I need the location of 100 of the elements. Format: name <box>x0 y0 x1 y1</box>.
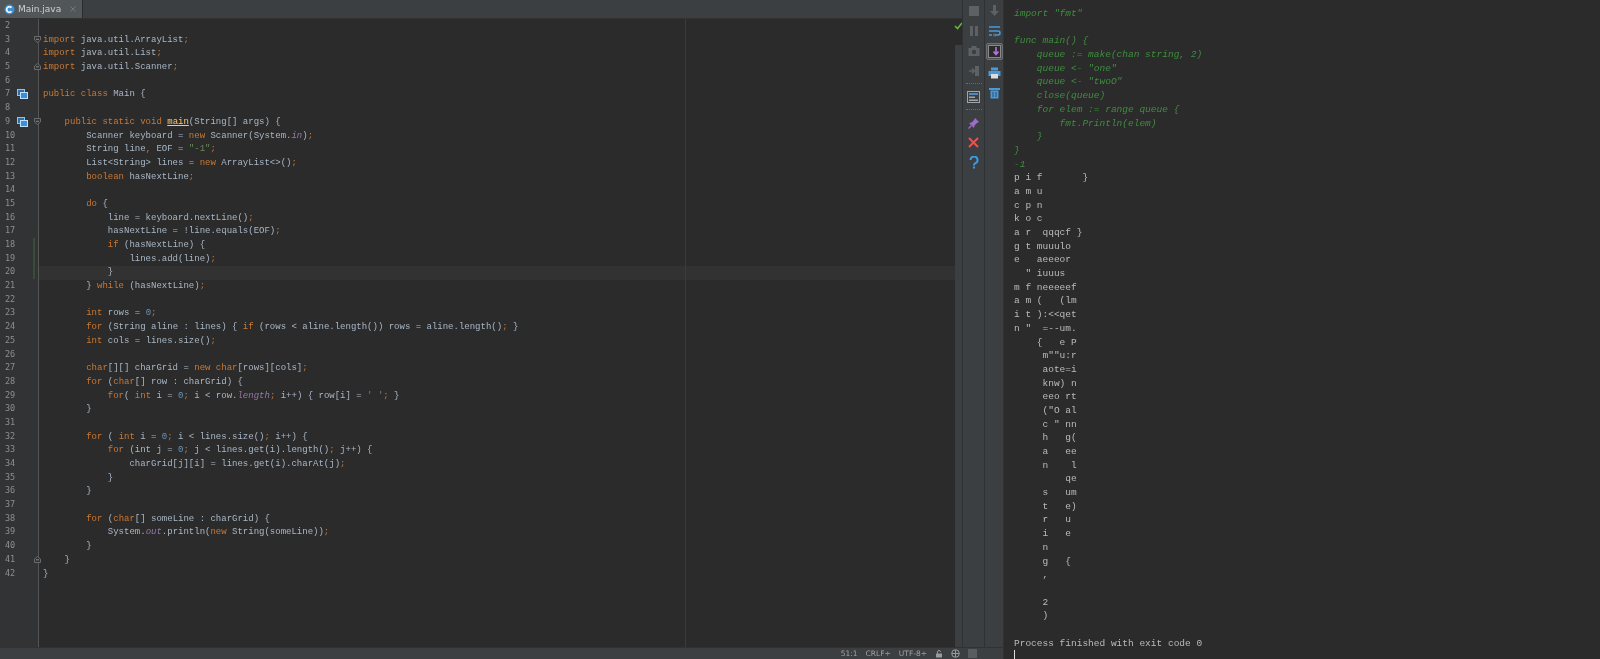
printer-icon[interactable] <box>986 65 1002 80</box>
line-number: 14 <box>5 183 16 197</box>
code-line: for (int j = 0; j < lines.get(i).length(); j++) { <box>106 444 374 458</box>
output-line: h g( <box>1041 432 1077 444</box>
implementation-icon[interactable] <box>17 116 28 127</box>
line-number: 28 <box>5 374 16 388</box>
line-number: 37 <box>5 498 16 512</box>
code-line: do { <box>85 197 109 211</box>
lock-icon[interactable] <box>935 649 943 658</box>
line-number: 6 <box>5 73 11 87</box>
echoed-input-line: queue <- "one" <box>1035 62 1117 74</box>
output-line: p i f } <box>1014 172 1089 184</box>
line-number: 12 <box>5 155 16 169</box>
code-line: String line, EOF = "-1"; <box>85 143 217 157</box>
code-line: } <box>106 471 115 485</box>
output-line: g { <box>1041 555 1071 567</box>
line-number: 4 <box>5 46 11 60</box>
line-number: 38 <box>5 511 16 525</box>
output-line: k o c <box>1014 213 1043 225</box>
echoed-input-line: queue := make(chan string, 2) <box>1035 49 1203 61</box>
output-line: a m u <box>1014 185 1043 197</box>
code-line: int cols = lines.size(); <box>85 334 217 348</box>
line-number: 2 <box>5 19 11 32</box>
code-line: System.out.println(new String(someLine)); <box>106 526 331 540</box>
fold-icon[interactable] <box>34 63 41 71</box>
implementation-icon[interactable] <box>17 89 28 100</box>
output-line: n <box>1041 541 1049 553</box>
output-line: a ee <box>1041 446 1077 457</box>
output-line: n " =--um. <box>1014 322 1077 334</box>
line-number: 30 <box>5 402 16 416</box>
code-line: int rows = 0; <box>85 307 158 321</box>
line-number: 39 <box>5 525 16 539</box>
close-icon[interactable] <box>966 135 981 150</box>
line-number: 25 <box>5 333 16 347</box>
line-number: 36 <box>5 484 16 498</box>
fold-icon[interactable] <box>34 35 41 43</box>
line-number: 7 <box>5 87 11 101</box>
output-line: { e P <box>1035 336 1077 348</box>
close-icon[interactable] <box>70 6 77 12</box>
line-number: 41 <box>5 552 16 566</box>
line-number: 32 <box>5 429 16 443</box>
layout-icon[interactable] <box>966 89 981 104</box>
line-number: 16 <box>5 210 16 224</box>
echoed-input-line: -1 <box>1014 158 1026 170</box>
code-line: for (char[] someLine : charGrid) { <box>85 512 271 526</box>
code-line: boolean hasNextLine; <box>85 170 196 184</box>
line-number: 10 <box>5 128 16 142</box>
line-number: 33 <box>5 443 16 457</box>
line-number: 27 <box>5 361 16 375</box>
output-line: r u <box>1041 514 1071 526</box>
output-line: ("O al <box>1041 404 1077 416</box>
output-line: i e <box>1041 528 1071 540</box>
output-line: eeo rt <box>1041 391 1077 403</box>
output-line: c " nn <box>1041 418 1077 430</box>
inspector-icon[interactable] <box>951 649 960 658</box>
code-line: } <box>85 485 93 499</box>
output-line: n l <box>1041 459 1077 471</box>
editor-tab[interactable]: Main.java <box>0 0 84 18</box>
fold-icon[interactable] <box>34 555 41 563</box>
line-number: 11 <box>5 142 16 156</box>
code-line: List<String> lines = new ArrayList<>(); <box>85 156 298 170</box>
wrap-icon[interactable] <box>986 23 1002 38</box>
output-line: m f neeeeef <box>1014 281 1077 293</box>
output-line: e aeeeor <box>1014 254 1071 266</box>
echoed-input-line: queue <- "twoO" <box>1035 76 1123 88</box>
class-icon <box>4 3 15 15</box>
line-number: 8 <box>5 101 11 115</box>
echoed-input-line: for elem := range queue { <box>1035 103 1180 115</box>
output-line: a r qqqcf } <box>1014 227 1083 238</box>
code-line: import java.util.List; <box>42 47 163 61</box>
line-number: 15 <box>5 196 16 210</box>
scroll-to-end-icon[interactable] <box>985 43 1003 60</box>
trash-icon[interactable] <box>986 85 1002 100</box>
line-number: 29 <box>5 388 16 402</box>
output-line: " iuuus <box>1024 268 1066 280</box>
code-line: public class Main { <box>42 88 147 102</box>
code-line: lines.add(line); <box>128 252 217 266</box>
output-line: t e) <box>1041 500 1077 512</box>
output-line: qe <box>1064 473 1077 485</box>
code-line: for (char[] row : charGrid) { <box>85 375 244 389</box>
output-line: i t ):<<qet <box>1014 309 1077 321</box>
pin-icon[interactable] <box>966 115 981 130</box>
output-line: , <box>1041 569 1049 581</box>
code-line: for ( int i = 0; i < lines.size(); i++) { <box>85 430 309 444</box>
fold-icon[interactable] <box>34 117 41 125</box>
output-line: knw) n <box>1041 377 1077 389</box>
echoed-input-line: close(queue) <box>1035 90 1106 102</box>
echoed-input-line: } <box>1035 131 1043 143</box>
line-number: 31 <box>5 415 16 429</box>
echoed-input-line: } <box>1014 144 1020 156</box>
line-number: 23 <box>5 306 16 320</box>
code-line: import java.util.Scanner; <box>42 61 180 75</box>
echoed-input-line: fmt.Println(elem) <box>1058 117 1157 129</box>
line-number: 24 <box>5 320 16 334</box>
output-line: c p n <box>1014 199 1043 211</box>
output-line: ) <box>1041 610 1049 622</box>
output-line: Process finished with exit code 0 <box>1014 637 1203 649</box>
code-line: } <box>85 403 93 417</box>
output-line: m""u:r <box>1041 350 1077 362</box>
line-number: 9 <box>5 114 11 128</box>
